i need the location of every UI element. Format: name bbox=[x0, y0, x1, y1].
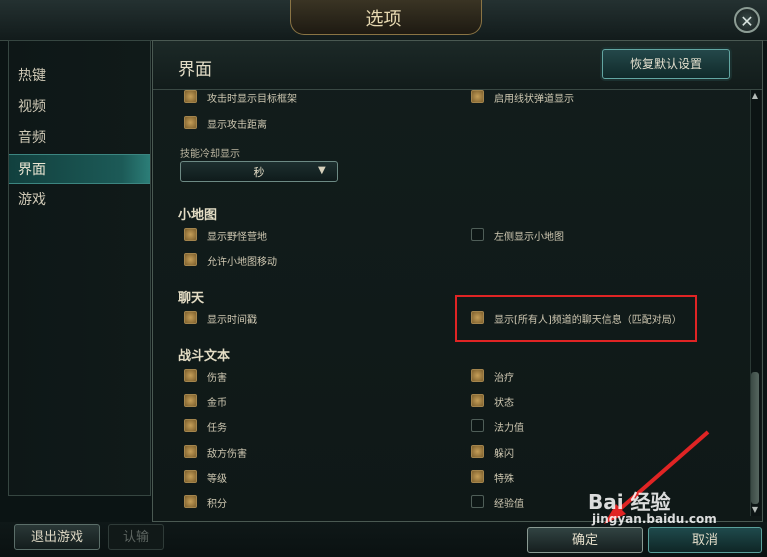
checkbox-minimap-left[interactable] bbox=[471, 228, 484, 241]
checkbox-timestamp[interactable] bbox=[184, 311, 197, 324]
sidebar: 热键 视频 音频 界面 游戏 bbox=[8, 40, 151, 496]
option-label: 等级 bbox=[207, 474, 227, 485]
checkbox-heal[interactable] bbox=[471, 369, 484, 382]
scroll-thumb[interactable] bbox=[751, 372, 759, 504]
option-label: 伤害 bbox=[207, 373, 227, 384]
cancel-button[interactable]: 取消 bbox=[648, 527, 762, 553]
sidebar-item-audio[interactable]: 音频 bbox=[9, 123, 150, 153]
option-label: 攻击时显示目标框架 bbox=[207, 94, 297, 105]
checkbox-jungle-camps[interactable] bbox=[184, 228, 197, 241]
close-button[interactable]: ✕ bbox=[734, 7, 760, 33]
option-label: 敌方伤害 bbox=[207, 449, 247, 460]
option-label: 显示野怪营地 bbox=[207, 232, 267, 243]
section-title-chat: 聊天 bbox=[178, 291, 205, 306]
exit-game-button[interactable]: 退出游戏 bbox=[14, 524, 100, 550]
page-title: 界面 bbox=[178, 60, 212, 80]
checkbox-target-frame[interactable] bbox=[184, 90, 197, 103]
option-label: 状态 bbox=[494, 398, 514, 409]
caret-down-icon: ▼ bbox=[318, 165, 326, 176]
sidebar-item-interface[interactable]: 界面 bbox=[9, 154, 150, 184]
section-title-minimap: 小地图 bbox=[178, 208, 218, 223]
option-label: 特殊 bbox=[494, 474, 514, 485]
option-label: 任务 bbox=[207, 423, 227, 434]
close-icon: ✕ bbox=[740, 12, 754, 31]
option-label: 躲闪 bbox=[494, 449, 514, 460]
option-label: 积分 bbox=[207, 499, 227, 510]
option-label: 启用线状弹道显示 bbox=[494, 94, 574, 105]
watermark-brand: Bai 经验 bbox=[588, 490, 671, 514]
section-title-combat-text: 战斗文本 bbox=[178, 349, 231, 364]
checkbox-status[interactable] bbox=[471, 394, 484, 407]
sidebar-item-video[interactable]: 视频 bbox=[9, 92, 150, 122]
scroll-down-icon[interactable]: ▼ bbox=[750, 505, 760, 515]
sidebar-item-hotkeys[interactable]: 热键 bbox=[9, 61, 150, 91]
option-label: 经验值 bbox=[494, 499, 524, 510]
reset-defaults-button[interactable]: 恢复默认设置 bbox=[602, 49, 730, 79]
confirm-button[interactable]: 确定 bbox=[527, 527, 643, 553]
option-label: 治疗 bbox=[494, 373, 514, 384]
checkbox-mana[interactable] bbox=[471, 419, 484, 432]
surrender-button[interactable]: 认输 bbox=[108, 524, 164, 550]
option-label: 显示时间戳 bbox=[207, 315, 257, 326]
checkbox-special[interactable] bbox=[471, 470, 484, 483]
checkbox-damage[interactable] bbox=[184, 369, 197, 382]
checkbox-score[interactable] bbox=[184, 495, 197, 508]
option-label: 法力值 bbox=[494, 423, 524, 434]
checkbox-dodge[interactable] bbox=[471, 445, 484, 458]
highlight-annotation bbox=[455, 295, 697, 342]
option-label: 金币 bbox=[207, 398, 227, 409]
option-label: 显示攻击距离 bbox=[207, 120, 267, 131]
cooldown-value: 秒 bbox=[253, 166, 265, 179]
sidebar-item-game[interactable]: 游戏 bbox=[9, 185, 150, 215]
cooldown-label: 技能冷却显示 bbox=[180, 149, 240, 160]
option-label: 左侧显示小地图 bbox=[494, 232, 564, 243]
checkbox-attack-range[interactable] bbox=[184, 116, 197, 129]
checkbox-level[interactable] bbox=[184, 470, 197, 483]
checkbox-enemy-damage[interactable] bbox=[184, 445, 197, 458]
option-label: 允许小地图移动 bbox=[207, 257, 277, 268]
watermark-url: jingyan.baidu.com bbox=[592, 512, 717, 526]
window-title: 选项 bbox=[365, 9, 402, 30]
scroll-up-icon[interactable]: ▲ bbox=[750, 91, 760, 101]
checkbox-experience[interactable] bbox=[471, 495, 484, 508]
checkbox-linear-projectile[interactable] bbox=[471, 90, 484, 103]
checkbox-quest[interactable] bbox=[184, 419, 197, 432]
checkbox-minimap-move[interactable] bbox=[184, 253, 197, 266]
checkbox-gold[interactable] bbox=[184, 394, 197, 407]
